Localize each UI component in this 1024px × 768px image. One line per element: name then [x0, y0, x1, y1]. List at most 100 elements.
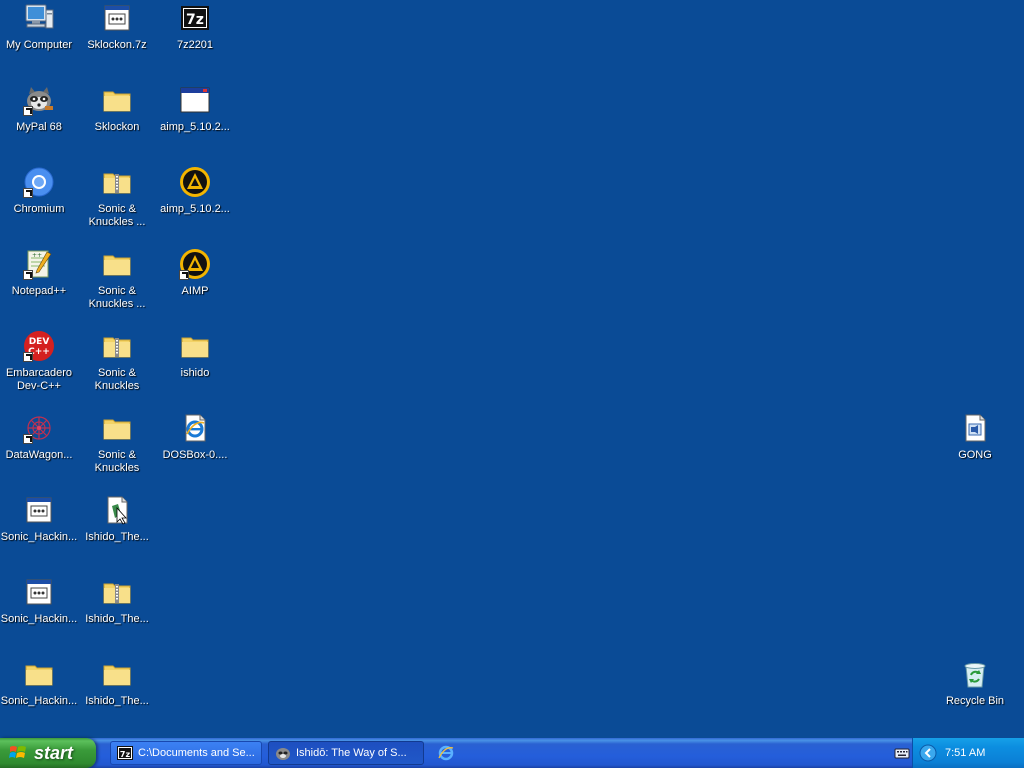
windows-logo-icon: [9, 746, 26, 758]
recycle-bin-icon: [959, 658, 991, 690]
desktop-icon-my-computer[interactable]: My Computer: [0, 0, 78, 52]
icon-label: DataWagon...: [5, 449, 73, 461]
internet-explorer-icon[interactable]: [436, 743, 456, 763]
icon-label: GONG: [958, 449, 992, 461]
desktop-icon-sonic-knuckles-folder-1[interactable]: Sonic & Knuckles ...: [78, 246, 156, 311]
icon-label: Sonic_Hackin...: [0, 695, 78, 707]
desktop-icon-aimp-installer-2[interactable]: aimp_5.10.2...: [156, 164, 234, 216]
icon-label: aimp_5.10.2...: [160, 121, 230, 133]
7zip-icon: 7z: [179, 2, 211, 34]
shortcut-arrow-icon: [23, 352, 33, 362]
folder-icon: [101, 248, 133, 280]
raccoon-icon: [276, 748, 290, 760]
folder-icon: [179, 330, 211, 362]
desktop-icon-sklockon[interactable]: Sklockon: [78, 82, 156, 134]
desktop-icon-sonic-knuckles-zip-1[interactable]: Sonic & Knuckles ...: [78, 164, 156, 229]
desktop-icon-sonic-hacking-2[interactable]: Sonic_Hackin...: [0, 574, 78, 626]
desktop-icon-devcpp[interactable]: DEV C++ Embarcadero Dev-C++: [0, 328, 78, 393]
window-icon: [179, 84, 211, 116]
icon-label: aimp_5.10.2...: [160, 203, 230, 215]
svg-text:DEV: DEV: [29, 337, 50, 347]
icon-label: 7z2201: [176, 39, 214, 51]
file-icon: [101, 494, 133, 526]
icon-label: Sonic_Hackin...: [0, 613, 78, 625]
devcpp-icon: DEV C++: [23, 330, 55, 362]
zip-folder-icon: [101, 576, 133, 608]
desktop-icon-mypal[interactable]: MyPal 68: [0, 82, 78, 134]
desktop-icon-ishido-folder-2[interactable]: ishido: [156, 328, 234, 380]
desktop-icon-sklockon-7z[interactable]: Sklockon.7z: [78, 0, 156, 52]
application-window-icon: [23, 494, 55, 526]
icon-label: ishido: [180, 367, 210, 379]
start-button[interactable]: start: [0, 738, 96, 768]
folder-icon: [101, 412, 133, 444]
desktop: My Computer MyPal 68 Chromium ++ Notepad…: [0, 0, 1024, 738]
desktop-icon-ishido-folder[interactable]: Ishido_The...: [78, 656, 156, 708]
shortcut-arrow-icon: [23, 270, 33, 280]
clock[interactable]: 7:51 AM: [945, 747, 985, 759]
shortcut-arrow-icon: [179, 270, 189, 280]
icon-label: Embarcadero Dev-C++: [5, 367, 73, 392]
shortcut-arrow-icon: [23, 106, 33, 116]
task-label: Ishidō: The Way of S...: [296, 747, 407, 759]
icon-label: AIMP: [181, 285, 209, 297]
zip-folder-icon: [101, 166, 133, 198]
icon-label: Recycle Bin: [945, 695, 1005, 707]
icon-label: MyPal 68: [16, 121, 62, 133]
taskbar-button-ishido[interactable]: Ishidō: The Way of S...: [268, 741, 424, 765]
desktop-icon-ishido-zip[interactable]: Ishido_The...: [78, 574, 156, 626]
computer-icon: [23, 2, 55, 34]
icon-label: Sonic & Knuckles ...: [88, 285, 146, 310]
desktop-icon-chromium[interactable]: Chromium: [0, 164, 78, 216]
desktop-icon-gong[interactable]: GONG: [936, 410, 1014, 462]
icon-label: Sonic & Knuckles: [94, 449, 140, 474]
media-file-icon: [959, 412, 991, 444]
shortcut-arrow-icon: [23, 434, 33, 444]
svg-text:7z: 7z: [120, 750, 131, 759]
folder-icon: [101, 84, 133, 116]
desktop-icon-sonic-knuckles-folder-2[interactable]: Sonic & Knuckles: [78, 410, 156, 475]
desktop-icon-sonic-knuckles-zip-2[interactable]: Sonic & Knuckles: [78, 328, 156, 393]
html-file-icon: [179, 412, 211, 444]
icon-label: DOSBox-0....: [162, 449, 228, 461]
aimp-icon: [179, 166, 211, 198]
icon-label: Sonic & Knuckles ...: [88, 203, 146, 228]
desktop-icon-sonic-hacking-1[interactable]: Sonic_Hackin...: [0, 492, 78, 544]
datawagon-icon: [23, 412, 55, 444]
icon-label: Notepad++: [11, 285, 67, 297]
desktop-icon-aimp-installer-1[interactable]: aimp_5.10.2...: [156, 82, 234, 134]
notepadpp-icon: ++: [23, 248, 55, 280]
icon-label: Ishido_The...: [85, 531, 149, 543]
folder-icon: [23, 658, 55, 690]
folder-icon: [101, 658, 133, 690]
desktop-icon-aimp[interactable]: AIMP: [156, 246, 234, 298]
start-label: start: [34, 742, 74, 763]
task-label: C:\Documents and Se...: [138, 747, 255, 759]
7zip-icon: 7z: [117, 746, 133, 760]
taskbar-button-documents[interactable]: 7z C:\Documents and Se...: [110, 741, 262, 765]
icon-label: Ishido_The...: [85, 613, 149, 625]
desktop-icon-sonic-hacking-3[interactable]: Sonic_Hackin...: [0, 656, 78, 708]
icon-label: Sonic_Hackin...: [0, 531, 78, 543]
raccoon-icon: [23, 84, 55, 116]
icon-label: Sonic & Knuckles: [94, 367, 140, 392]
application-window-icon: [23, 576, 55, 608]
desktop-icon-datawagon[interactable]: DataWagon...: [0, 410, 78, 462]
icon-label: Ishido_The...: [85, 695, 149, 707]
chromium-icon: [23, 166, 55, 198]
icon-label: Chromium: [13, 203, 65, 215]
application-window-icon: [101, 2, 133, 34]
zip-folder-icon: [101, 330, 133, 362]
desktop-icon-recycle-bin[interactable]: Recycle Bin: [936, 656, 1014, 708]
system-tray: 7:51 AM: [912, 738, 1024, 768]
desktop-icon-ishido-1[interactable]: Ishido_The...: [78, 492, 156, 544]
icon-label: Sklockon: [94, 121, 140, 133]
shortcut-arrow-icon: [23, 188, 33, 198]
desktop-icon-notepadpp[interactable]: ++ Notepad++: [0, 246, 78, 298]
desktop-icon-dosbox[interactable]: DOSBox-0....: [156, 410, 234, 462]
icon-label: My Computer: [5, 39, 73, 51]
taskbar: start 7z C:\Documents and Se... Ishidō: …: [0, 738, 1024, 768]
desktop-icon-7z2201[interactable]: 7z 7z2201: [156, 0, 234, 52]
chevron-left-icon[interactable]: [919, 744, 937, 762]
keyboard-icon[interactable]: [894, 745, 910, 761]
